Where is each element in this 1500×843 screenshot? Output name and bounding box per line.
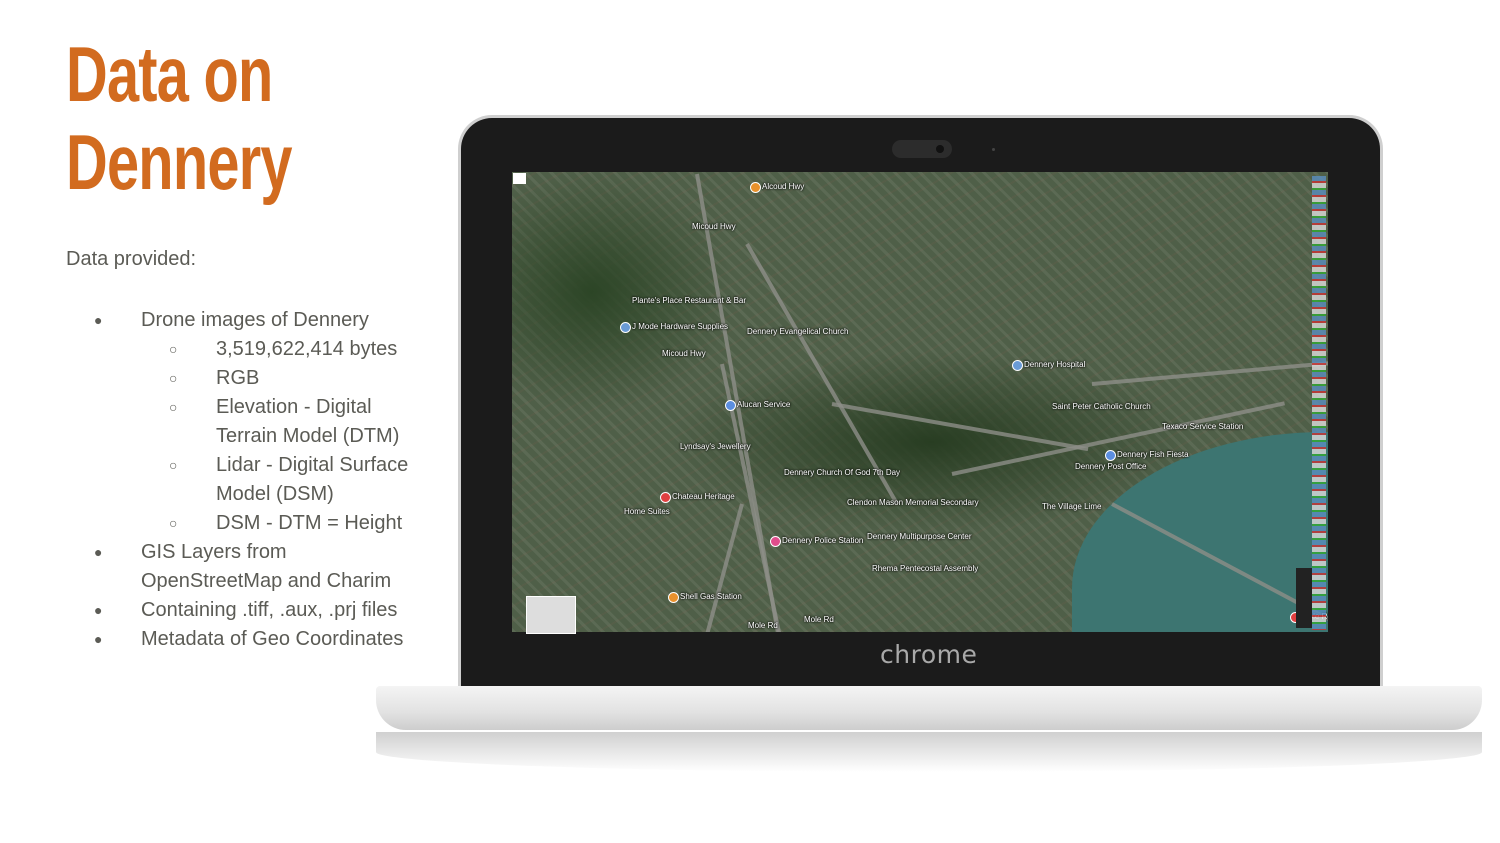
- map-road: [745, 243, 899, 505]
- list-item-text: Elevation - Digital Terrain Model (DTM): [216, 396, 400, 447]
- map-layer-thumbnail[interactable]: [526, 596, 576, 634]
- map-label[interactable]: Saint Peter Catholic Church: [1052, 402, 1151, 411]
- map-label[interactable]: Micoud Hwy: [662, 349, 706, 358]
- side-dock: [1312, 176, 1326, 630]
- map-pin-icon[interactable]: [660, 492, 671, 503]
- map-label[interactable]: Dennery Fish Fiesta: [1117, 450, 1189, 459]
- map-pin-icon[interactable]: [1012, 360, 1023, 371]
- map-zoom-controls[interactable]: [1296, 568, 1312, 628]
- map-label[interactable]: Alucan Service: [737, 400, 790, 409]
- sub-bullet-icon: ○: [169, 341, 178, 357]
- map-label[interactable]: Lyndsay's Jewellery: [680, 442, 751, 451]
- list-item: ● Containing .tiff, .aux, .prj files: [0, 596, 421, 625]
- list-item: ○ Lidar - Digital Surface Model (DSM): [0, 451, 426, 509]
- map-label[interactable]: The Village Lime: [1042, 502, 1101, 511]
- camera-light: [992, 148, 995, 151]
- map-label[interactable]: Rhema Pentecostal Assembly: [872, 564, 978, 573]
- bullet-icon: ●: [94, 544, 103, 560]
- list-item-text: 3,519,622,414 bytes: [216, 338, 398, 360]
- map-label[interactable]: Texaco Service Station: [1162, 422, 1243, 431]
- sub-bullet-icon: ○: [169, 370, 178, 386]
- list-item-text: RGB: [216, 367, 260, 389]
- slide-title: Data on Dennery: [66, 30, 293, 206]
- list-item-text: Containing .tiff, .aux, .prj files: [141, 599, 398, 621]
- map-pin-icon[interactable]: [620, 322, 631, 333]
- map-label[interactable]: Alcoud Hwy: [762, 182, 804, 191]
- intro-text: Data provided:: [66, 248, 197, 270]
- bullet-icon: ●: [94, 631, 103, 647]
- map-label[interactable]: Mole Rd: [748, 621, 778, 630]
- map-road: [662, 503, 744, 632]
- map-label[interactable]: Micoud Hwy: [692, 222, 736, 231]
- list-item: ● GIS Layers from OpenStreetMap and Chari…: [0, 538, 421, 596]
- map-label[interactable]: J Mode Hardware Supplies: [632, 322, 728, 331]
- list-item-text: Drone images of Dennery: [141, 309, 369, 331]
- map-road: [831, 402, 1089, 452]
- map-pin-icon[interactable]: [725, 400, 736, 411]
- sub-bullet-icon: ○: [169, 457, 178, 473]
- map-label[interactable]: Shell Gas Station: [680, 592, 742, 601]
- laptop-base: [376, 686, 1482, 730]
- map-pin-icon[interactable]: [750, 182, 761, 193]
- map-label[interactable]: Dennery Hospital: [1024, 360, 1085, 369]
- list-item-text: GIS Layers from OpenStreetMap and Charim: [141, 541, 392, 592]
- map-road: [1091, 355, 1328, 386]
- map-label[interactable]: Dennery Church Of God 7th Day: [784, 468, 900, 477]
- map-pin-icon[interactable]: [668, 592, 679, 603]
- list-item: ● Drone images of Dennery: [0, 306, 421, 335]
- laptop-shadow: [376, 732, 1482, 772]
- bullet-icon: ●: [94, 312, 103, 328]
- list-item-text: Metadata of Geo Coordinates: [141, 628, 404, 650]
- map-label[interactable]: Dennery Post Office: [1075, 462, 1146, 471]
- map-label[interactable]: Mole Rd: [804, 615, 834, 624]
- map-label[interactable]: Dennery Evangelical Church: [747, 327, 848, 336]
- bullet-icon: ●: [94, 602, 103, 618]
- list-item-text: Lidar - Digital Surface Model (DSM): [216, 454, 409, 505]
- list-item-text: DSM - DTM = Height: [216, 512, 403, 534]
- map-pin-icon[interactable]: [770, 536, 781, 547]
- map-label[interactable]: Clendon Mason Memorial Secondary: [847, 498, 979, 507]
- map-label[interactable]: Home Suites: [624, 507, 670, 516]
- bullet-list: ● Drone images of Dennery ○ 3,519,622,414 b…: [0, 306, 426, 654]
- list-item: ● Metadata of Geo Coordinates: [0, 625, 421, 654]
- list-item: ○ RGB: [0, 364, 426, 393]
- list-item: ○ DSM - DTM = Height: [0, 509, 426, 538]
- laptop-brand-logo: chrome: [880, 640, 978, 669]
- map-label[interactable]: Plante's Place Restaurant & Bar: [632, 296, 746, 305]
- webcam-lens: [936, 145, 944, 153]
- sub-bullet-icon: ○: [169, 515, 178, 531]
- map-screen: Alcoud Hwy Micoud Hwy Plante's Place Resta…: [512, 172, 1328, 632]
- map-label[interactable]: Dennery Multipurpose Center: [867, 532, 972, 541]
- map-pin-icon[interactable]: [1105, 450, 1116, 461]
- list-item: ○ Elevation - Digital Terrain Model (DTM): [0, 393, 426, 451]
- sub-bullet-icon: ○: [169, 399, 178, 415]
- map-label[interactable]: Chateau Heritage: [672, 492, 735, 501]
- list-item: ○ 3,519,622,414 bytes: [0, 335, 426, 364]
- screen-corner: [513, 173, 526, 184]
- map-label[interactable]: Dennery Police Station: [782, 536, 863, 545]
